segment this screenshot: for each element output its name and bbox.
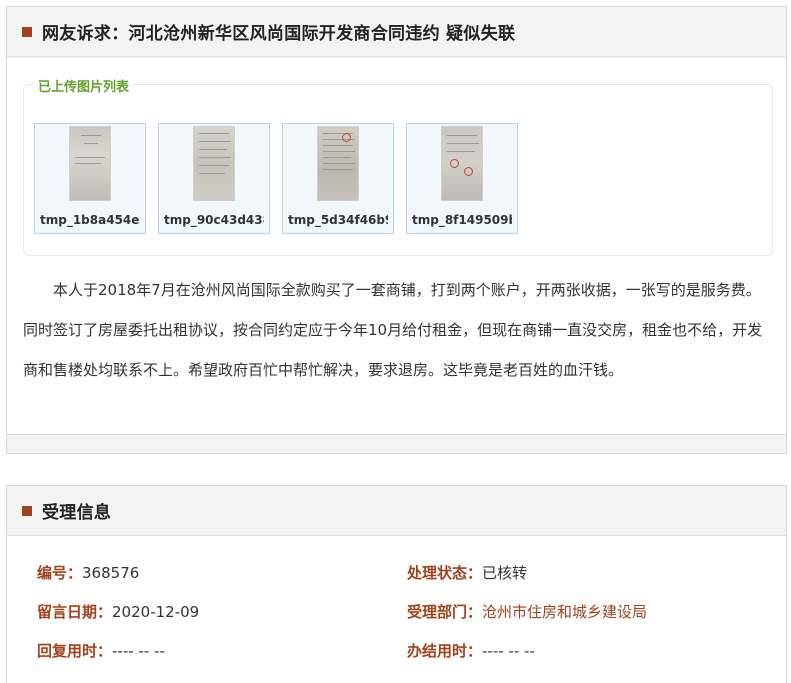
image-thumbnail[interactable]: tmp_8f149509b9	[406, 123, 518, 234]
info-row: 编号： 368576 处理状态： 已核转	[37, 553, 777, 592]
acceptance-title: 受理信息	[42, 503, 112, 523]
document-photo-icon	[193, 126, 235, 201]
reply-time-label: 回复用时：	[37, 642, 113, 660]
complaint-content: 本人于2018年7月在沧州风尚国际全款购买了一套商铺，打到两个账户，开两张收据，…	[23, 281, 763, 379]
image-thumbnail[interactable]: tmp_5d34f46b9f	[282, 123, 394, 234]
document-photo-icon	[69, 126, 111, 201]
square-bullet-icon	[22, 505, 32, 516]
complaint-panel: 网友诉求：河北沧州新华区风尚国际开发商合同违约 疑似失联 已上传图片列表 tmp…	[6, 6, 787, 454]
complaint-header: 网友诉求：河北沧州新华区风尚国际开发商合同违约 疑似失联	[7, 7, 786, 57]
info-row: 回复用时： ---- -- -- 办结用时： ---- -- --	[37, 631, 777, 670]
date-field: 留言日期： 2020-12-09	[37, 601, 407, 622]
number-value: 368576	[82, 563, 140, 582]
close-time-field: 办结用时： ---- -- --	[407, 640, 777, 661]
department-link[interactable]: 沧州市住房和城乡建设局	[482, 601, 647, 622]
department-field: 受理部门： 沧州市住房和城乡建设局	[407, 601, 777, 622]
image-thumbnail-list: tmp_1b8a454e27 tmp_90c43d4383	[34, 123, 518, 234]
square-bullet-icon	[22, 26, 32, 37]
acceptance-info: 编号： 368576 处理状态： 已核转 留言日期： 2020-12-09 受理…	[37, 553, 777, 670]
info-row: 留言日期： 2020-12-09 受理部门： 沧州市住房和城乡建设局	[37, 592, 777, 631]
complaint-footer	[7, 434, 786, 453]
document-photo-icon	[441, 126, 483, 201]
uploaded-images-legend: 已上传图片列表	[34, 76, 134, 95]
status-field: 处理状态： 已核转	[407, 562, 777, 583]
acceptance-panel: 受理信息 编号： 368576 处理状态： 已核转 留言日期： 2020-12-…	[6, 485, 787, 683]
image-thumbnail[interactable]: tmp_90c43d4383	[158, 123, 270, 234]
reply-time-value: ---- -- --	[112, 641, 165, 660]
status-value: 已核转	[482, 564, 528, 582]
image-thumbnail[interactable]: tmp_1b8a454e27	[34, 123, 146, 234]
close-time-value: ---- -- --	[482, 641, 535, 660]
image-filename: tmp_8f149509b9	[412, 213, 512, 227]
number-label: 编号：	[37, 564, 83, 582]
uploaded-images-box: 已上传图片列表 tmp_1b8a454e27	[23, 76, 773, 256]
date-label: 留言日期：	[37, 603, 113, 621]
image-filename: tmp_1b8a454e27	[40, 213, 140, 227]
acceptance-header: 受理信息	[7, 486, 786, 536]
date-value: 2020-12-09	[112, 602, 200, 621]
number-field: 编号： 368576	[37, 562, 407, 583]
status-label: 处理状态：	[407, 564, 483, 582]
document-photo-icon	[317, 126, 359, 201]
image-filename: tmp_90c43d4383	[164, 213, 264, 227]
close-time-label: 办结用时：	[407, 642, 483, 660]
department-label: 受理部门：	[407, 603, 483, 621]
reply-time-field: 回复用时： ---- -- --	[37, 640, 407, 661]
image-filename: tmp_5d34f46b9f	[288, 213, 388, 227]
complaint-title: 网友诉求：河北沧州新华区风尚国际开发商合同违约 疑似失联	[42, 24, 516, 44]
